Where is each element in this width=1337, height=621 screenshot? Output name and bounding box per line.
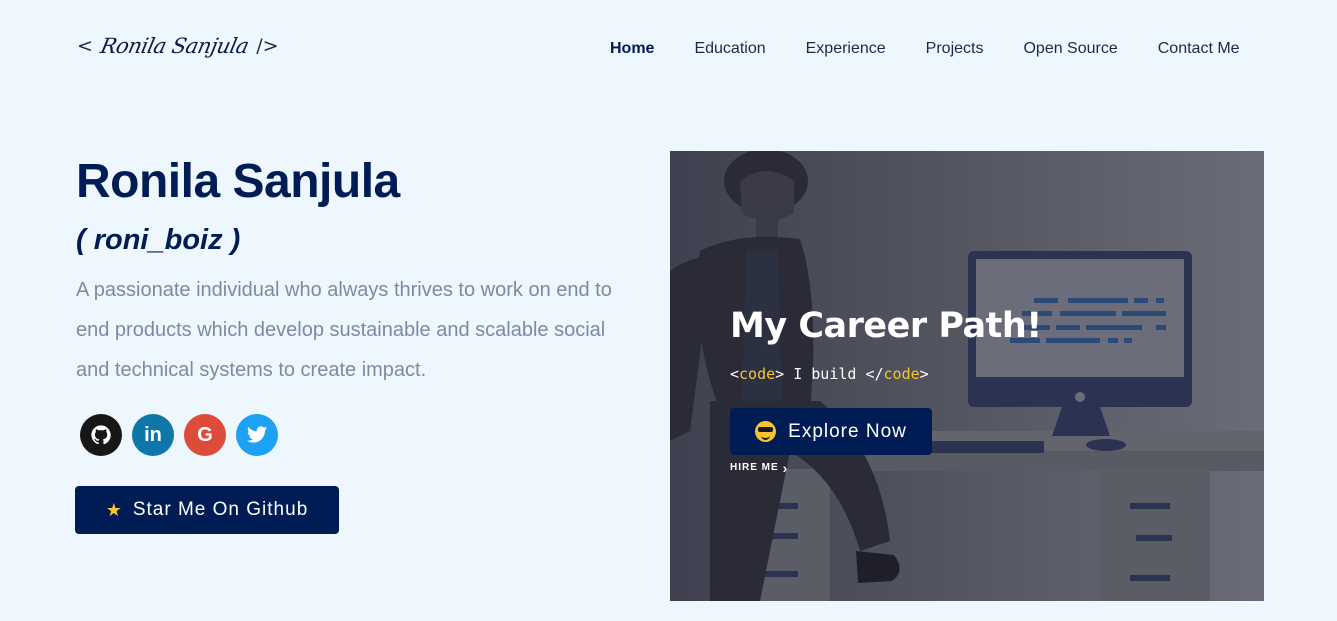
linkedin-icon: in	[144, 423, 162, 446]
code-tag-open: code	[739, 365, 776, 383]
github-icon	[91, 425, 111, 445]
hero-name: Ronila Sanjula	[76, 155, 400, 208]
nav-experience[interactable]: Experience	[806, 40, 886, 58]
google-button[interactable]: G	[184, 414, 226, 456]
code-tag-close: code	[883, 365, 920, 383]
explore-button-label: Explore Now	[788, 420, 907, 442]
nav-projects[interactable]: Projects	[926, 40, 984, 58]
chevron-right-icon: ›	[782, 459, 789, 476]
explore-now-button[interactable]: Explore Now	[730, 408, 932, 455]
hero-handle: ( roni_boiz )	[76, 224, 241, 256]
code-close-gt: >	[919, 365, 929, 383]
github-button[interactable]	[80, 414, 122, 456]
twitter-button[interactable]	[236, 414, 278, 456]
star-button-label: Star Me On Github	[132, 499, 309, 520]
code-text: I build	[784, 365, 866, 383]
main-nav: Home Education Experience Projects Open …	[610, 40, 1280, 58]
social-links: in G	[80, 414, 278, 456]
nav-home[interactable]: Home	[610, 40, 654, 58]
site-logo[interactable]: < Ronila Sanjula />	[77, 34, 279, 58]
star-icon: ★	[105, 499, 123, 520]
hire-me-label: HIRE ME	[730, 462, 779, 473]
sunglasses-emoji-icon	[755, 421, 777, 442]
linkedin-button[interactable]: in	[132, 414, 174, 456]
logo-signature: Ronila Sanjula	[98, 34, 251, 58]
code-open-lt: <	[730, 365, 740, 383]
logo-open-bracket: <	[77, 35, 93, 57]
code-close-lt: </	[865, 365, 884, 383]
logo-close-bracket: />	[256, 35, 279, 57]
code-open-gt: >	[775, 365, 785, 383]
code-tagline: <code> I build </code>	[730, 365, 929, 383]
google-icon: G	[197, 423, 213, 446]
nav-contact-me[interactable]: Contact Me	[1158, 40, 1240, 58]
career-title: My Career Path!	[730, 306, 1042, 346]
hero-description: A passionate individual who always thriv…	[76, 279, 612, 381]
career-card: My Career Path! <code> I build </code> E…	[670, 151, 1264, 601]
hire-me-link[interactable]: HIRE ME ›	[730, 459, 789, 476]
star-on-github-button[interactable]: ★ Star Me On Github	[75, 486, 339, 534]
nav-education[interactable]: Education	[694, 40, 765, 58]
nav-open-source[interactable]: Open Source	[1023, 40, 1117, 58]
twitter-icon	[246, 426, 268, 443]
